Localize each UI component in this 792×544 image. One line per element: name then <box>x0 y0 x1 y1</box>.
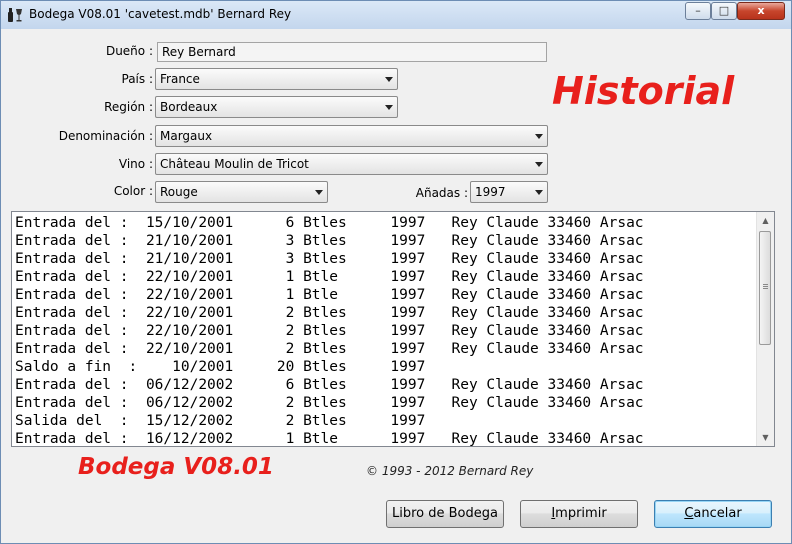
window-title: Bodega V08.01 'cavetest.mdb' Bernard Rey <box>29 7 292 21</box>
color-select[interactable]: Rouge <box>155 181 328 203</box>
history-row[interactable]: Entrada del : 15/10/2001 6 Btles 1997 Re… <box>15 214 760 232</box>
history-row[interactable]: Entrada del : 16/12/2002 1 Btle 1997 Rey… <box>15 430 760 446</box>
history-row[interactable]: Entrada del : 22/10/2001 1 Btle 1997 Rey… <box>15 286 760 304</box>
history-list[interactable]: Entrada del : 15/10/2001 6 Btles 1997 Re… <box>11 211 775 447</box>
minimize-button[interactable]: – <box>685 2 711 20</box>
owner-label: Dueño : <box>105 44 153 58</box>
cancel-button[interactable]: Cancelar <box>654 500 772 528</box>
scroll-down-icon[interactable]: ▼ <box>757 429 774 446</box>
history-rows: Entrada del : 15/10/2001 6 Btles 1997 Re… <box>15 214 760 446</box>
close-button[interactable]: x <box>737 2 785 20</box>
app-brand: Bodega V08.01 <box>78 454 274 480</box>
history-row[interactable]: Entrada del : 21/10/2001 3 Btles 1997 Re… <box>15 250 760 268</box>
copyright-text: © 1993 - 2012 Bernard Rey <box>366 464 534 478</box>
history-row[interactable]: Entrada del : 22/10/2001 2 Btles 1997 Re… <box>15 322 760 340</box>
denomination-value: Margaux <box>160 129 213 143</box>
chevron-down-icon <box>535 162 543 167</box>
vintage-value: 1997 <box>475 185 506 199</box>
denomination-select[interactable]: Margaux <box>155 125 548 147</box>
print-label: mprimir <box>555 506 607 521</box>
country-select[interactable]: France <box>155 68 398 90</box>
print-button[interactable]: Imprimir <box>520 500 638 528</box>
history-row[interactable]: Entrada del : 06/12/2002 2 Btles 1997 Re… <box>15 394 760 412</box>
scroll-up-icon[interactable]: ▲ <box>757 212 774 229</box>
denomination-label: Denominación : <box>58 129 153 143</box>
cancel-label: ancelar <box>693 506 742 521</box>
history-row[interactable]: Entrada del : 22/10/2001 2 Btles 1997 Re… <box>15 304 760 322</box>
history-row[interactable]: Entrada del : 06/12/2002 6 Btles 1997 Re… <box>15 376 760 394</box>
wine-bottle-glass-icon <box>8 8 22 22</box>
country-value: France <box>160 72 200 86</box>
grip-icon <box>763 284 768 285</box>
region-label: Región : <box>104 100 153 114</box>
wine-value: Château Moulin de Tricot <box>160 157 309 171</box>
chevron-down-icon <box>385 105 393 110</box>
vintage-select[interactable]: 1997 <box>470 181 548 203</box>
vintage-label: Añadas : <box>415 186 468 200</box>
page-title: Historial <box>552 69 735 113</box>
app-window: Bodega V08.01 'cavetest.mdb' Bernard Rey… <box>0 0 792 544</box>
history-row[interactable]: Entrada del : 22/10/2001 1 Btle 1997 Rey… <box>15 268 760 286</box>
owner-field[interactable]: Rey Bernard <box>157 42 547 62</box>
title-bar[interactable]: Bodega V08.01 'cavetest.mdb' Bernard Rey… <box>1 1 791 29</box>
history-row[interactable]: Saldo a fin : 10/2001 20 Btles 1997 <box>15 358 760 376</box>
scrollbar-thumb[interactable] <box>759 231 771 345</box>
color-label: Color : <box>113 184 153 198</box>
cellar-book-button[interactable]: Libro de Bodega <box>386 500 504 528</box>
client-area: Dueño : Rey Bernard País : France Región… <box>8 31 784 538</box>
wine-label: Vino : <box>118 157 153 171</box>
chevron-down-icon <box>535 190 543 195</box>
region-select[interactable]: Bordeaux <box>155 96 398 118</box>
vertical-scrollbar[interactable]: ▲ ▼ <box>756 212 774 446</box>
history-row[interactable]: Entrada del : 22/10/2001 2 Btles 1997 Re… <box>15 340 760 358</box>
color-value: Rouge <box>160 185 198 199</box>
history-row[interactable]: Entrada del : 21/10/2001 3 Btles 1997 Re… <box>15 232 760 250</box>
history-row[interactable]: Salida del : 15/12/2002 2 Btles 1997 <box>15 412 760 430</box>
chevron-down-icon <box>385 77 393 82</box>
chevron-down-icon <box>535 134 543 139</box>
region-value: Bordeaux <box>160 100 218 114</box>
country-label: País : <box>121 72 154 86</box>
wine-select[interactable]: Château Moulin de Tricot <box>155 153 548 175</box>
maximize-button[interactable]: □ <box>711 2 737 20</box>
chevron-down-icon <box>315 190 323 195</box>
